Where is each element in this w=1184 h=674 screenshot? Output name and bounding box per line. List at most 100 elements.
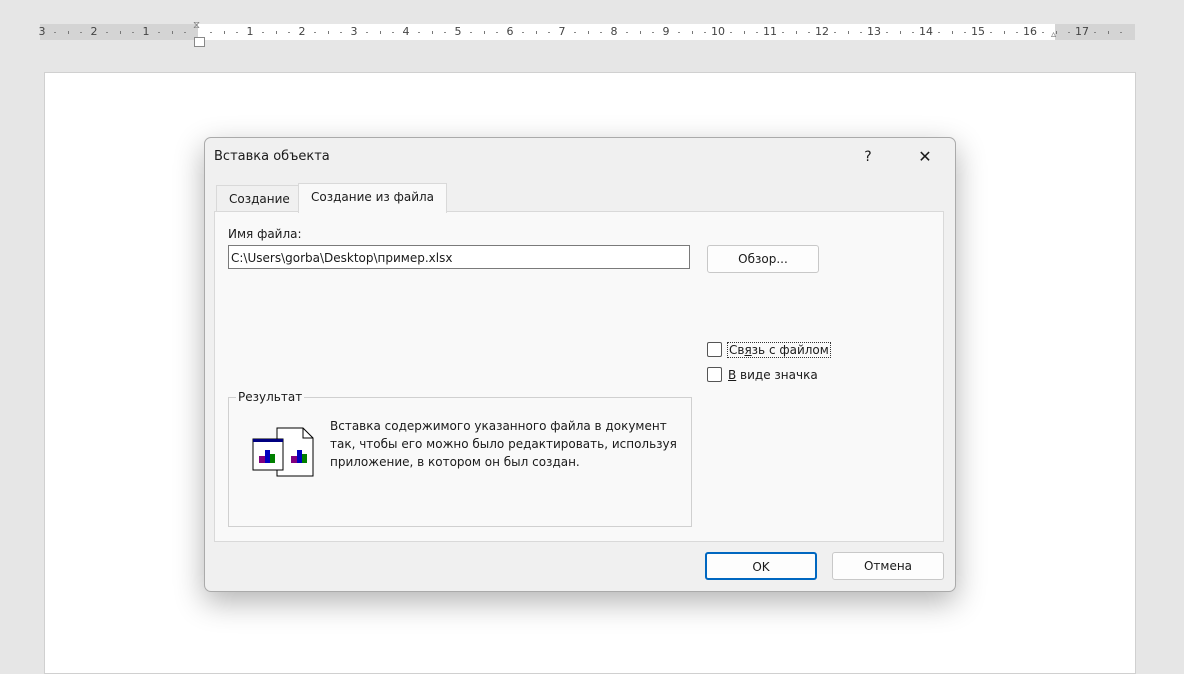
ruler-tick [314,32,316,33]
ruler-number: 14 [919,25,933,38]
ruler-tick [952,31,953,34]
ruler-tick [912,32,914,33]
checkbox-box[interactable] [707,367,722,382]
right-indent-marker[interactable]: ▵ [1051,29,1056,40]
ruler-tick [496,32,498,33]
ruler-tick [652,32,654,33]
ruler-tick [340,32,342,33]
ruler-number: 6 [506,25,514,38]
ruler-tick [900,31,901,34]
ruler-tick [536,31,537,34]
close-button[interactable]: ✕ [905,144,945,170]
ruler-tick [990,32,992,33]
ruler-tick [172,31,173,34]
ruler-number: 2 [298,25,306,38]
first-line-indent-marker[interactable]: ⧖ [193,20,200,31]
ruler-tick [236,32,238,33]
ruler-tick [730,32,732,33]
ok-button[interactable]: OK [705,552,817,580]
ruler-number: 2 [90,25,98,38]
ruler-number: 3 [350,25,358,38]
ruler-tick [380,31,381,34]
result-description: Вставка содержимого указанного файла в д… [330,419,677,469]
ruler-tick [548,32,550,33]
help-button[interactable]: ? [848,144,888,170]
ruler-tick [158,32,160,33]
ruler-tick [1108,31,1109,34]
ruler-number: 13 [867,25,881,38]
file-name-input[interactable]: C:\Users\gorba\Desktop\пример.xlsx [228,245,690,269]
ruler-tick [470,32,472,33]
result-label: Результат [236,390,305,404]
ruler-number: 11 [763,25,777,38]
ruler-number: 8 [610,25,618,38]
ruler-tick [848,31,849,34]
file-name-label: Имя файла: [228,227,302,241]
ruler-number: 4 [402,25,410,38]
left-indent-marker[interactable] [194,37,205,47]
label-part: зь с файлом [751,342,829,357]
ruler-tick [640,31,641,34]
ruler-tick [432,31,433,34]
ruler-tick [1094,32,1096,33]
label-part: виде значка [736,367,818,382]
link-to-file-checkbox[interactable]: Связь с файлом [707,341,831,358]
ruler-tick [938,32,940,33]
insert-object-dialog: Вставка объекта ? ✕ Создание Создание из… [204,137,956,592]
ruler-tick [1004,31,1005,34]
ruler-tick [1056,31,1057,34]
ruler-tick [366,32,368,33]
ruler-tick [120,31,121,34]
ruler-tick [678,32,680,33]
label-part: Св [729,342,745,357]
access-key: В [728,367,737,382]
ruler-tick [276,31,277,34]
result-group: Результат Вставка содержимого указанного… [228,390,692,527]
ruler-tick [704,32,706,33]
ruler-tick [574,32,576,33]
ruler-tick [210,32,212,33]
ruler-tick [834,32,836,33]
ruler-number: 15 [971,25,985,38]
checkbox-box[interactable] [707,342,722,357]
ruler-tick [886,32,888,33]
ruler-tick [68,31,69,34]
browse-button[interactable]: Обзор... [707,245,819,273]
ruler-tick [418,32,420,33]
ruler-tick [484,31,485,34]
ruler-number: 5 [454,25,462,38]
tab-panel: Имя файла: C:\Users\gorba\Desktop\пример… [214,211,944,542]
ruler-tick [288,32,290,33]
ruler-tick [224,31,225,34]
ruler-number: 1 [246,25,254,38]
ruler-tick [796,31,797,34]
ruler-tick [392,32,394,33]
cancel-button[interactable]: Отмена [832,552,944,580]
ruler-tick [328,31,329,34]
embedded-object-icon [252,427,314,477]
ruler-tick [860,32,862,33]
ruler-tick [782,32,784,33]
ruler-number: 9 [662,25,670,38]
ruler-tick [626,32,628,33]
ruler-number: 7 [558,25,566,38]
ruler-tick [1120,32,1122,33]
ruler-tick [262,32,264,33]
ruler-tick [106,32,108,33]
tab-create[interactable]: Создание [216,185,303,212]
ruler-tick [808,32,810,33]
tab-create-from-file[interactable]: Создание из файла [298,183,448,213]
ruler-number: 17 [1075,25,1089,38]
display-as-icon-checkbox[interactable]: В виде значка [707,367,818,382]
ruler-tick [1016,32,1018,33]
ruler-tick [522,32,524,33]
ruler-number: 16 [1023,25,1037,38]
ruler-number: 3 [38,25,46,38]
ruler-tick [444,32,446,33]
ruler-tick [964,32,966,33]
ruler-tick [132,32,134,33]
ruler-tick [756,32,758,33]
ruler-tick [744,31,745,34]
ruler-tick [588,31,589,34]
ruler-tick [600,32,602,33]
